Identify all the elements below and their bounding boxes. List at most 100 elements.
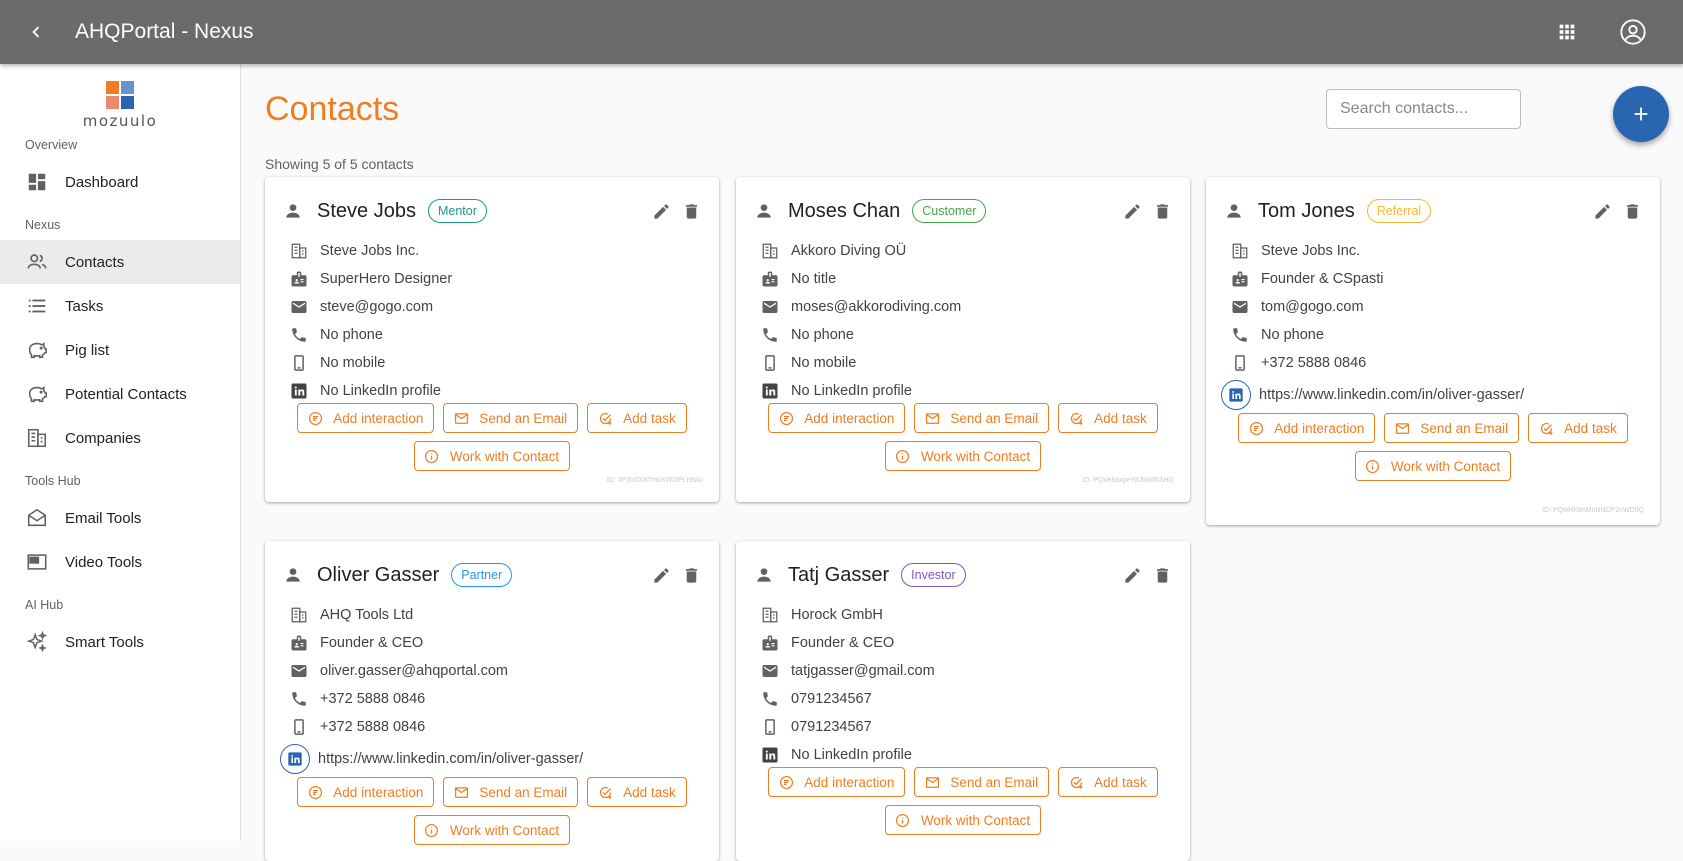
linkedin-url-link[interactable]: https://www.linkedin.com/in/oliver-gasse… bbox=[1259, 387, 1524, 403]
badge-icon bbox=[1230, 269, 1250, 289]
linkedin-icon[interactable] bbox=[280, 744, 310, 774]
smartphone-icon bbox=[289, 353, 309, 373]
contact-card: Tom Jones Referral Steve Jobs Inc. Found… bbox=[1206, 177, 1660, 525]
email-text: steve@gogo.com bbox=[320, 299, 434, 315]
delete-button[interactable] bbox=[1620, 199, 1644, 223]
mail-outline-icon bbox=[924, 410, 940, 426]
title-row: SuperHero Designer bbox=[289, 265, 703, 293]
sidebar-item-label: Companies bbox=[65, 429, 141, 447]
app-bar: AHQPortal - Nexus bbox=[0, 0, 1683, 64]
linkedin-row: No LinkedIn profile bbox=[760, 741, 1174, 769]
building-icon bbox=[760, 241, 780, 261]
job-title-text: Founder & CEO bbox=[320, 635, 424, 651]
mail-outline-icon bbox=[453, 410, 469, 426]
send-email-button[interactable]: Send an Email bbox=[1384, 413, 1520, 443]
sidebar-item-tasks[interactable]: Tasks bbox=[0, 284, 240, 328]
edit-button[interactable] bbox=[1590, 199, 1614, 223]
add-task-button[interactable]: Add task bbox=[587, 777, 687, 807]
account-button[interactable] bbox=[1609, 8, 1657, 56]
result-count: Showing 5 of 5 contacts bbox=[265, 156, 414, 172]
mail-icon bbox=[289, 661, 309, 681]
work-with-contact-button[interactable]: Work with Contact bbox=[884, 805, 1042, 835]
email-row: steve@gogo.com bbox=[289, 293, 703, 321]
add-interaction-button[interactable]: Add interaction bbox=[297, 403, 435, 433]
work-with-contact-button[interactable]: Work with Contact bbox=[884, 441, 1042, 471]
job-title-text: SuperHero Designer bbox=[320, 271, 453, 287]
contact-card: Oliver Gasser Partner AHQ Tools Ltd Foun… bbox=[265, 541, 719, 861]
work-with-contact-button[interactable]: Work with Contact bbox=[413, 441, 571, 471]
title-row: Founder & CEO bbox=[289, 629, 703, 657]
mobile-text: +372 5888 0846 bbox=[1261, 355, 1367, 371]
sidebar-item-contacts[interactable]: Contacts bbox=[0, 240, 240, 284]
sidebar-item-pig-list[interactable]: Pig list bbox=[0, 328, 240, 372]
edit-button[interactable] bbox=[649, 199, 673, 223]
job-title-text: Founder & CEO bbox=[791, 635, 895, 651]
mobile-row: +372 5888 0846 bbox=[289, 713, 703, 741]
mobile-row: No mobile bbox=[760, 349, 1174, 377]
add-contact-button[interactable] bbox=[1613, 86, 1669, 142]
list-icon bbox=[28, 299, 46, 313]
sidebar-item-smart-tools[interactable]: Smart Tools bbox=[0, 620, 240, 664]
send-email-button[interactable]: Send an Email bbox=[443, 777, 579, 807]
add-task-button[interactable]: Add task bbox=[1528, 413, 1628, 443]
company-row: Akkoro Diving OÜ bbox=[760, 237, 1174, 265]
mail-icon bbox=[760, 297, 780, 317]
sidebar-item-potential-contacts[interactable]: Potential Contacts bbox=[0, 372, 240, 416]
account-circle-icon bbox=[1620, 19, 1646, 45]
app-title: AHQPortal - Nexus bbox=[75, 20, 254, 43]
work-with-contact-button[interactable]: Work with Contact bbox=[1354, 451, 1512, 481]
add-task-button[interactable]: Add task bbox=[1058, 403, 1158, 433]
delete-button[interactable] bbox=[679, 199, 703, 223]
email-text: moses@akkorodiving.com bbox=[791, 299, 962, 315]
linkedin-row: https://www.linkedin.com/in/oliver-gasse… bbox=[1221, 377, 1644, 413]
interaction-icon bbox=[307, 410, 323, 426]
job-title-text: Founder & CSpasti bbox=[1261, 271, 1384, 287]
interaction-icon bbox=[307, 784, 323, 800]
delete-button[interactable] bbox=[1150, 563, 1174, 587]
info-icon bbox=[424, 822, 440, 838]
contact-id: ID: PQwHX8nMnNNCP2nWD9Q bbox=[1542, 507, 1644, 514]
mail-icon bbox=[289, 297, 309, 317]
badge-icon bbox=[289, 269, 309, 289]
phone-icon bbox=[289, 325, 309, 345]
phone-text: No phone bbox=[320, 327, 383, 343]
people-icon bbox=[27, 254, 47, 269]
add-interaction-button[interactable]: Add interaction bbox=[1238, 413, 1376, 443]
search-input[interactable] bbox=[1326, 89, 1521, 129]
delete-button[interactable] bbox=[1150, 199, 1174, 223]
chevron-left-icon bbox=[32, 26, 40, 38]
add-interaction-button[interactable]: Add interaction bbox=[768, 767, 906, 797]
phone-row: No phone bbox=[1230, 321, 1644, 349]
title-row: Founder & CEO bbox=[760, 629, 1174, 657]
add-task-button[interactable]: Add task bbox=[587, 403, 687, 433]
companies-icon bbox=[27, 428, 47, 448]
apps-grid-button[interactable] bbox=[1543, 8, 1591, 56]
sidebar-item-email-tools[interactable]: Email Tools bbox=[0, 496, 240, 540]
send-email-button[interactable]: Send an Email bbox=[443, 403, 579, 433]
sidebar: mozuulo Overview Dashboard Nexus Contact… bbox=[0, 64, 241, 841]
send-email-button[interactable]: Send an Email bbox=[914, 767, 1050, 797]
mail-outline-icon bbox=[924, 774, 940, 790]
info-icon bbox=[895, 448, 911, 464]
sidebar-item-video-tools[interactable]: Video Tools bbox=[0, 540, 240, 584]
linkedin-icon[interactable] bbox=[1221, 380, 1251, 410]
company-text: Steve Jobs Inc. bbox=[320, 243, 420, 259]
building-icon bbox=[289, 241, 309, 261]
info-icon bbox=[1365, 458, 1381, 474]
add-interaction-button[interactable]: Add interaction bbox=[297, 777, 435, 807]
edit-button[interactable] bbox=[1120, 199, 1144, 223]
add-interaction-button[interactable]: Add interaction bbox=[768, 403, 906, 433]
sidebar-item-companies[interactable]: Companies bbox=[0, 416, 240, 460]
edit-button[interactable] bbox=[1120, 563, 1144, 587]
add-task-icon bbox=[1538, 420, 1554, 436]
mobile-row: +372 5888 0846 bbox=[1230, 349, 1644, 377]
sidebar-item-dashboard[interactable]: Dashboard bbox=[0, 160, 240, 204]
delete-button[interactable] bbox=[679, 563, 703, 587]
back-button[interactable] bbox=[0, 0, 72, 64]
send-email-button[interactable]: Send an Email bbox=[914, 403, 1050, 433]
linkedin-url-link[interactable]: https://www.linkedin.com/in/oliver-gasse… bbox=[318, 751, 583, 767]
company-text: Akkoro Diving OÜ bbox=[791, 243, 907, 259]
add-task-button[interactable]: Add task bbox=[1058, 767, 1158, 797]
contact-tag-badge: Partner bbox=[451, 563, 513, 587]
edit-button[interactable] bbox=[649, 563, 673, 587]
